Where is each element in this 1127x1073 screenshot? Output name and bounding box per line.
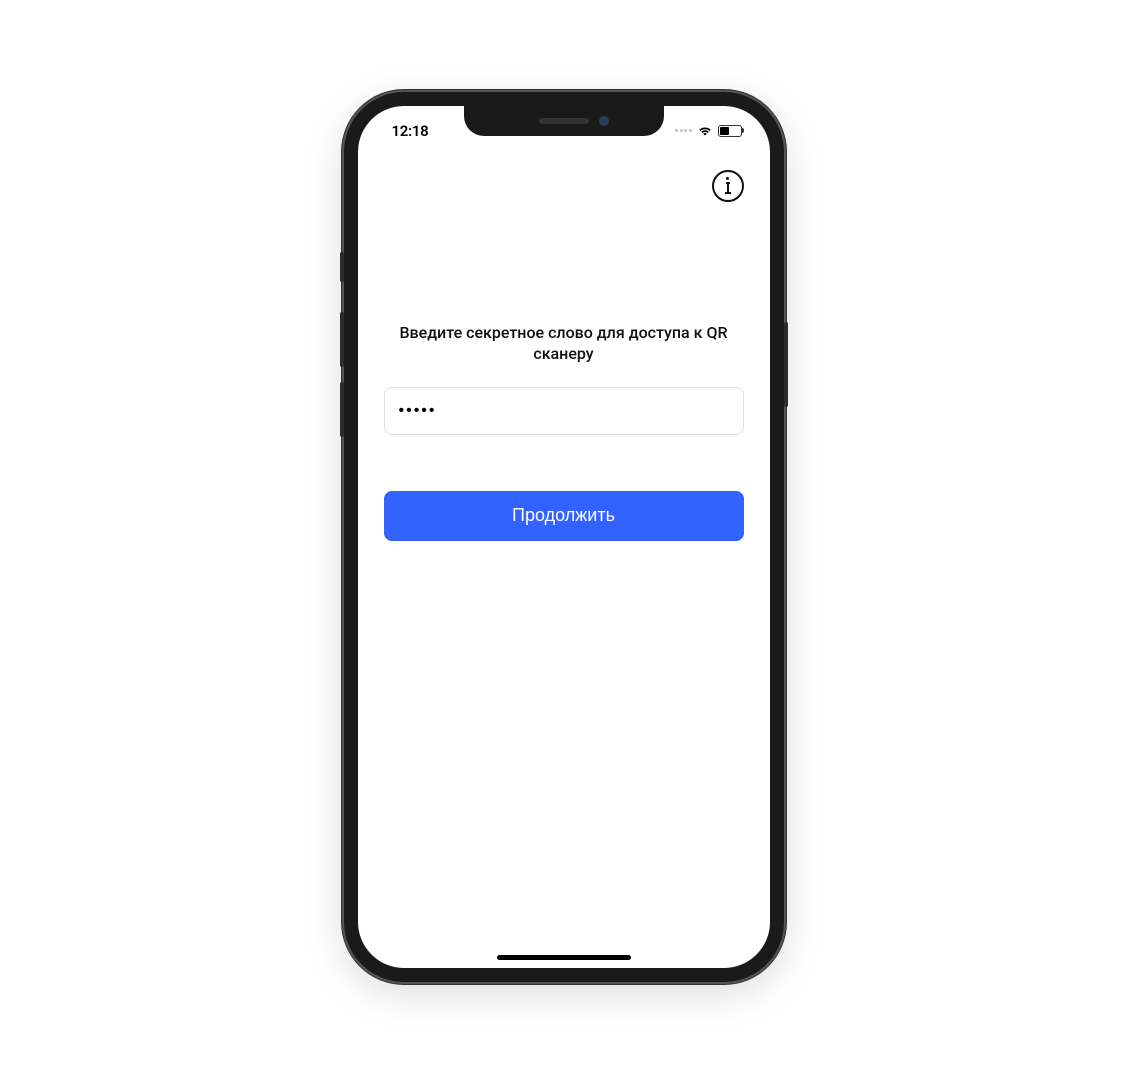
cellular-icon: [675, 129, 692, 132]
screen: 12:18: [358, 106, 770, 968]
info-icon: [725, 177, 731, 194]
continue-button[interactable]: Продолжить: [384, 491, 744, 541]
notch: [464, 106, 664, 136]
status-time: 12:18: [392, 122, 429, 140]
content-area: Введите секретное слово для доступа к QR…: [358, 150, 770, 968]
speaker: [539, 118, 589, 124]
phone-side-button: [784, 322, 788, 407]
prompt-text: Введите секретное слово для доступа к QR…: [384, 322, 744, 365]
wifi-icon: [697, 125, 713, 137]
secret-word-input[interactable]: [384, 387, 744, 435]
phone-side-button: [340, 382, 344, 437]
battery-icon: [718, 125, 742, 137]
phone-side-button: [340, 312, 344, 367]
phone-frame: 12:18: [344, 92, 784, 982]
home-indicator[interactable]: [497, 955, 631, 960]
phone-side-button: [340, 252, 344, 282]
front-camera: [599, 116, 609, 126]
status-indicators: [675, 125, 742, 137]
info-button[interactable]: [712, 170, 744, 202]
